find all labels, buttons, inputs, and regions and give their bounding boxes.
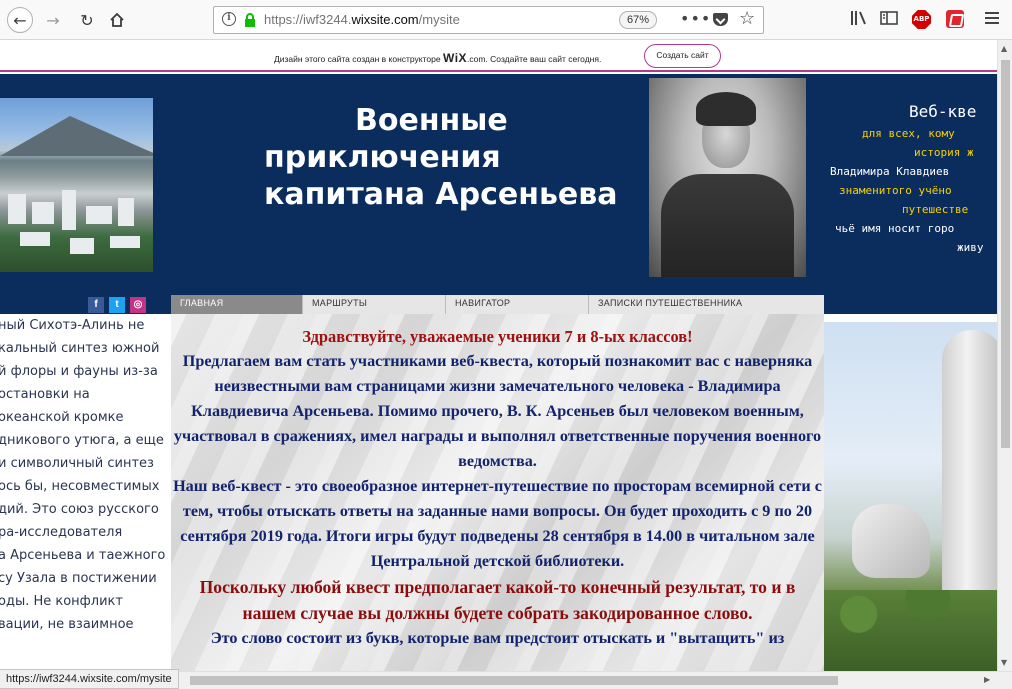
quest-title: Веб-кве	[909, 102, 977, 121]
h-scroll-thumb[interactable]	[190, 676, 838, 685]
zoom-indicator[interactable]: 67%	[619, 11, 657, 29]
left-text-line: а Арсеньева и таежного	[0, 548, 166, 563]
nav-item-navigator[interactable]: НАВИГАТОР	[446, 295, 589, 314]
scroll-right-icon[interactable]: ▶	[984, 675, 990, 684]
city-photo	[0, 98, 153, 272]
monument-photo	[824, 322, 997, 671]
left-text-line: дий. Это союз русского	[0, 502, 159, 517]
facebook-icon[interactable]: f	[88, 297, 104, 313]
emphasis-paragraph: Поскольку любой квест предполагает какой…	[199, 577, 796, 623]
library-icon[interactable]	[850, 10, 868, 26]
quest-line: Владимира Клавдиев	[830, 165, 950, 178]
status-bar: https://iwf3244.wixsite.com/mysite	[0, 669, 179, 689]
left-text-line: дникового утюга, а еще	[0, 433, 164, 448]
left-text-line: вации, не взаимное	[0, 617, 134, 632]
left-text-line: кальный синтез южной	[0, 341, 160, 356]
quest-line: история ж	[914, 146, 974, 159]
vertical-scrollbar[interactable]: ▲ ▼	[997, 40, 1012, 671]
back-button[interactable]: ←	[7, 7, 33, 33]
left-text-line: ра-исследователя	[0, 525, 123, 540]
quest-line: живу	[957, 241, 984, 254]
twitter-icon[interactable]: t	[109, 297, 125, 313]
wix-banner-text: Дизайн этого сайта создан в конструкторе…	[274, 51, 601, 65]
quest-line: чьё имя носит горо	[835, 222, 955, 235]
left-text-line: ось бы, несовместимых	[0, 479, 160, 494]
browser-toolbar: ← → ↻ i https://iwf3244.wixsite.com/mysi…	[0, 0, 1012, 40]
quest-paragraph: Наш веб-квест - это своеобразное интерне…	[173, 477, 822, 570]
wix-banner: Дизайн этого сайта создан в конструкторе…	[0, 40, 997, 72]
hamburger-menu-icon[interactable]	[985, 12, 999, 27]
adblock-icon[interactable]: ABP	[912, 10, 931, 29]
scroll-thumb[interactable]	[1001, 60, 1010, 448]
page-actions-icon[interactable]: •••	[680, 9, 711, 28]
greeting: Здравствуйте, уважаемые ученики 7 и 8-ых…	[302, 327, 693, 346]
left-text-line: остановки на	[0, 387, 90, 402]
site-title-line-2: приключения	[264, 140, 501, 175]
forward-button[interactable]: →	[40, 7, 66, 33]
reload-button[interactable]: ↻	[74, 7, 100, 33]
url-domain: wixsite.com	[351, 12, 419, 27]
site-title-line-3: капитана Арсеньева	[264, 177, 618, 212]
nav-item-routes[interactable]: МАРШРУТЫ	[303, 295, 446, 314]
site-title-line-1: Военные	[355, 103, 508, 138]
home-icon	[110, 12, 124, 27]
scroll-down-icon[interactable]: ▼	[1001, 658, 1007, 667]
main-content: Здравствуйте, уважаемые ученики 7 и 8-ых…	[171, 314, 824, 671]
create-site-button[interactable]: Создать сайт	[644, 44, 721, 68]
home-button[interactable]	[104, 7, 130, 33]
site-title: Военные приключения капитана Арсеньева	[264, 102, 624, 213]
word-paragraph: Это слово состоит из букв, которые вам п…	[210, 629, 785, 647]
quest-line: для всех, кому	[862, 127, 955, 140]
arrow-left-icon: ←	[13, 10, 27, 30]
url-text[interactable]: https://iwf3244.wixsite.com/mysite	[264, 12, 460, 27]
nav-item-notes[interactable]: ЗАПИСКИ ПУТЕШЕСТВЕННИКА	[589, 295, 824, 314]
nav-item-home[interactable]: ГЛАВНАЯ	[171, 295, 303, 314]
site-header: Военные приключения капитана Арсеньева В…	[0, 74, 997, 314]
left-text-line: ный Сихотэ-Алинь не	[0, 318, 145, 333]
arsenyev-portrait	[649, 78, 806, 277]
quest-line: путешестве	[902, 203, 969, 216]
instagram-icon[interactable]: ◎	[130, 297, 146, 313]
bookmark-star-icon[interactable]: ☆	[739, 8, 755, 29]
left-text-line: су Узала в постижении	[0, 571, 157, 586]
left-text-line: й флоры и фауны из-за	[0, 364, 158, 379]
extension-icon[interactable]	[946, 10, 964, 28]
page-content: Военные приключения капитана Арсеньева В…	[0, 74, 997, 671]
quest-line: знаменитого учёно	[839, 184, 952, 197]
arrow-right-icon: →	[46, 10, 60, 30]
wix-text-after: .com. Создайте ваш сайт сегодня.	[467, 54, 602, 64]
quest-description: Веб-кве для всех, кому история ж Владими…	[822, 102, 997, 257]
sidebar-icon[interactable]	[880, 10, 898, 26]
wix-text-before: Дизайн этого сайта создан в конструкторе	[274, 54, 441, 64]
scroll-up-icon[interactable]: ▲	[1001, 44, 1007, 53]
url-prefix: https://iwf3244.	[264, 12, 352, 27]
wix-logo: WiX	[442, 51, 468, 65]
reload-icon: ↻	[80, 10, 94, 30]
left-text-line: оды. Не конфликт	[0, 594, 123, 609]
pocket-icon[interactable]	[713, 13, 728, 26]
url-bar[interactable]: i https://iwf3244.wixsite.com/mysite 67%…	[213, 6, 764, 34]
left-text-column: ный Сихотэ-Алинь не кальный синтез южной…	[0, 314, 171, 671]
lock-icon	[245, 13, 255, 27]
left-text-line: и символичный синтез	[0, 456, 154, 471]
main-nav: ГЛАВНАЯ МАРШРУТЫ НАВИГАТОР ЗАПИСКИ ПУТЕШ…	[171, 295, 824, 314]
left-text-line: океанской кромке	[0, 410, 124, 425]
info-icon[interactable]: i	[222, 12, 236, 26]
url-path: /mysite	[418, 12, 460, 27]
intro-paragraph: Предлагаем вам стать участниками веб-кве…	[173, 352, 822, 470]
